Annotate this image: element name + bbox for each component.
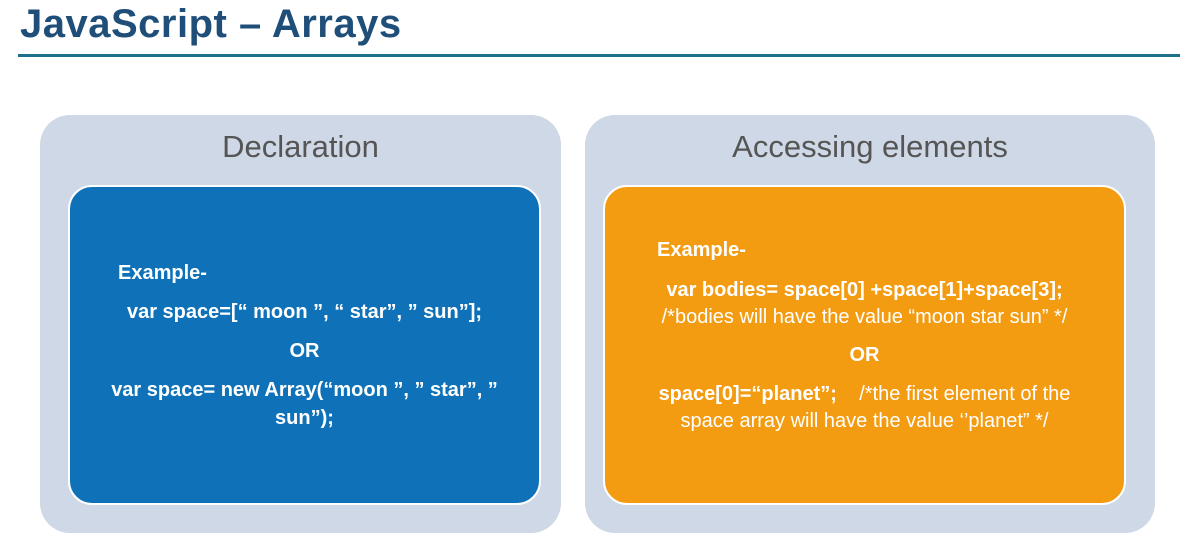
declaration-code-line-1: var space=[“ moon ”, “ star”, ” sun”]; <box>126 301 483 323</box>
accessing-card: Example- var bodies= space[0] +space[1]+… <box>603 185 1126 505</box>
slide-title: JavaScript – Arrays <box>20 2 402 46</box>
declaration-example-label: Example- <box>118 262 207 284</box>
accessing-heading: Accessing elements <box>732 129 1008 164</box>
declaration-code-line-3: sun”); <box>275 407 334 429</box>
accessing-comment-1: /*bodies will have the value “moon star … <box>661 306 1068 328</box>
title-underline <box>18 54 1180 57</box>
accessing-comment-2: /*the first element of the <box>859 383 1071 405</box>
accessing-panel: Accessing elements Example- var bodies= … <box>585 115 1155 533</box>
accessing-code-assignment: space[0]=“planet”; <box>658 383 837 405</box>
accessing-code-line-2: space[0]=“planet”; /*the first element o… <box>605 383 1124 406</box>
declaration-code-line-2: var space= new Array(“moon ”, ” star”, ” <box>111 379 498 401</box>
accessing-or: OR <box>849 344 880 366</box>
accessing-code-line-1: var bodies= space[0] +space[1]+space[3]; <box>666 279 1063 301</box>
declaration-panel: Declaration Example- var space=[“ moon ”… <box>40 115 561 533</box>
accessing-comment-3: space array will have the value ‘’planet… <box>680 410 1049 432</box>
declaration-heading: Declaration <box>222 129 379 164</box>
declaration-card: Example- var space=[“ moon ”, “ star”, ”… <box>68 185 541 505</box>
declaration-or: OR <box>289 340 320 362</box>
accessing-example-label: Example- <box>657 239 746 261</box>
